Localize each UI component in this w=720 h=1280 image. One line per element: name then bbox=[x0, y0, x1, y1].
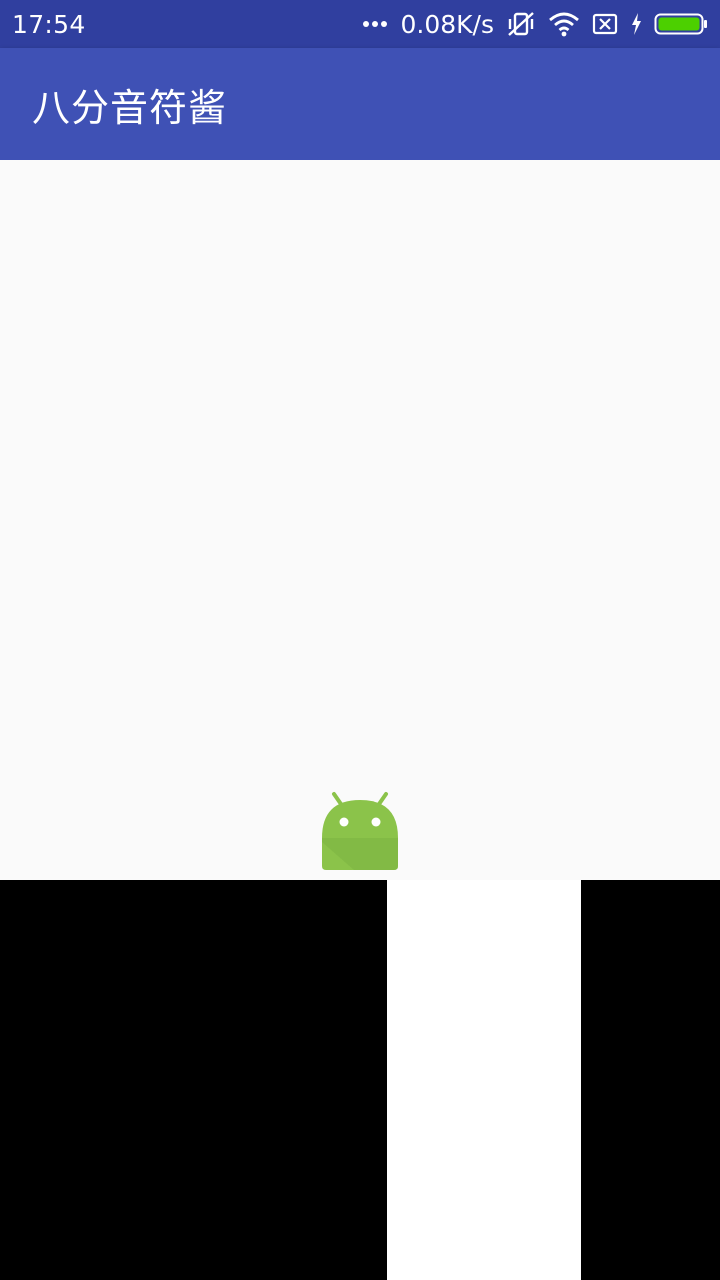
black-tile-left[interactable] bbox=[0, 880, 387, 1280]
vibrate-off-icon bbox=[506, 10, 536, 38]
charging-icon bbox=[630, 12, 642, 36]
sim-disabled-icon bbox=[592, 13, 618, 35]
main-content bbox=[0, 160, 720, 880]
battery-icon bbox=[654, 13, 708, 35]
android-robot-icon[interactable] bbox=[316, 790, 404, 874]
black-tile-right[interactable] bbox=[581, 880, 720, 1280]
more-dots-icon bbox=[362, 20, 388, 28]
status-bar: 17:54 0.08K/s bbox=[0, 0, 720, 48]
piano-tiles bbox=[0, 880, 720, 1280]
app-bar: 八分音符酱 bbox=[0, 48, 720, 160]
status-time: 17:54 bbox=[12, 9, 86, 39]
screen: 17:54 0.08K/s 八分音符酱 bbox=[0, 0, 720, 1280]
status-icons: 0.08K/s bbox=[362, 10, 708, 39]
network-speed: 0.08K/s bbox=[400, 9, 494, 39]
white-tile[interactable] bbox=[387, 880, 581, 1280]
wifi-icon bbox=[548, 11, 580, 37]
app-title: 八分音符酱 bbox=[32, 85, 228, 130]
